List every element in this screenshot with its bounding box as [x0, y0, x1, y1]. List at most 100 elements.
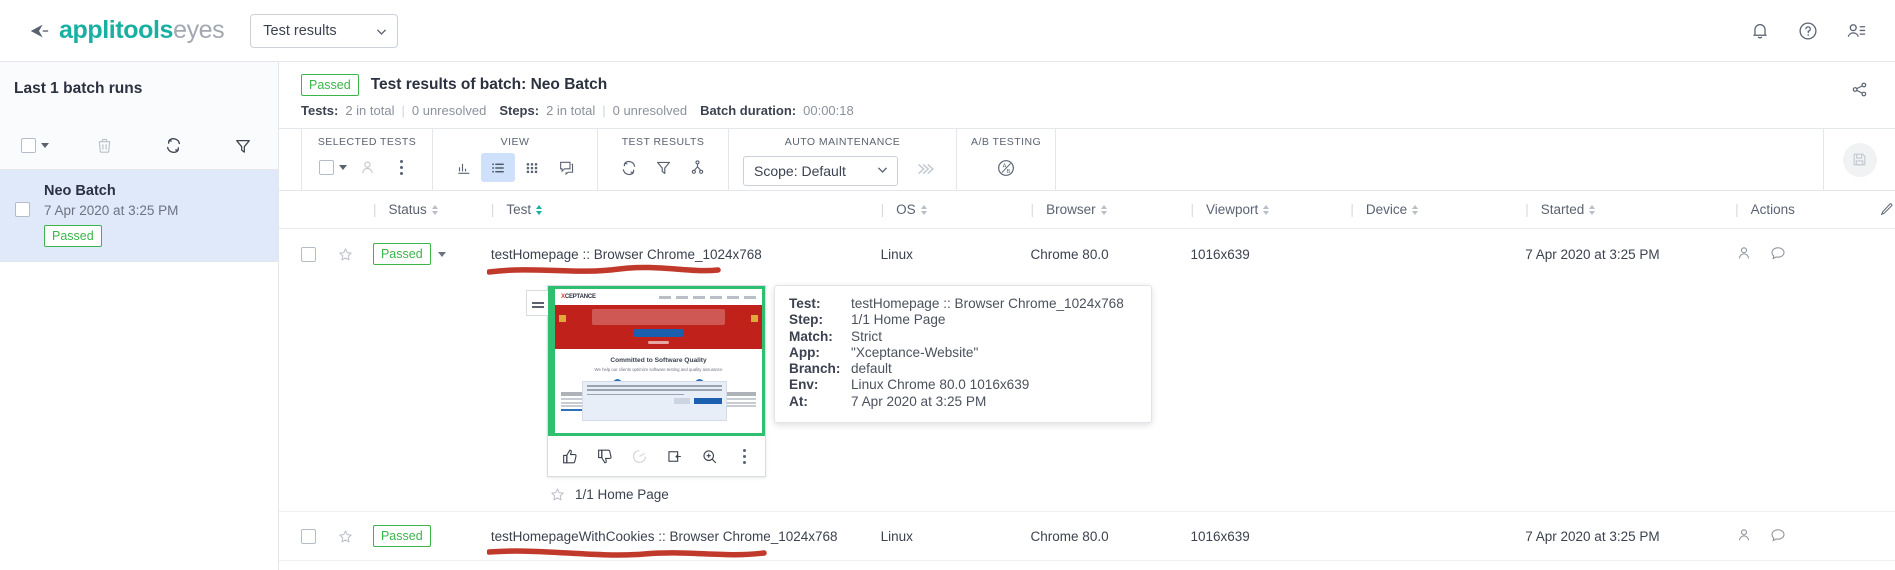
thumb-logo-text: CEPTANCE	[564, 294, 596, 300]
star-icon[interactable]	[337, 246, 354, 263]
more-options-icon[interactable]	[384, 153, 418, 182]
info-value: testHomepage :: Browser Chrome_1024x768	[851, 296, 1124, 311]
toolbar-group-icons: A B	[989, 153, 1023, 182]
batch-list-item[interactable]: Neo Batch 7 Apr 2020 at 3:25 PM Passed	[0, 170, 278, 262]
test-results-table: | Status | Test | OS | Browser | Viewpor…	[279, 191, 1895, 570]
toolbar-group-selected-tests: SELECTED TESTS	[301, 129, 433, 190]
sort-icon[interactable]	[536, 204, 543, 215]
row-star-cell[interactable]	[337, 246, 373, 263]
column-header-device[interactable]: | Device	[1350, 202, 1525, 217]
table-row[interactable]: Passed testHomepage :: Browser Chrome_10…	[279, 229, 1895, 279]
select-all-checkbox[interactable]	[20, 138, 36, 153]
chevron-down-icon[interactable]	[339, 165, 347, 170]
column-header-started[interactable]: | Started	[1525, 202, 1735, 217]
star-icon[interactable]	[337, 528, 354, 545]
zoom-in-icon[interactable]	[694, 441, 724, 471]
select-all-checkbox[interactable]	[319, 160, 334, 175]
row-star-cell[interactable]	[337, 528, 373, 545]
row-test-cell[interactable]: testHomepage :: Browser Chrome_1024x768	[486, 247, 881, 275]
drag-handle-icon[interactable]	[526, 290, 548, 316]
scope-select[interactable]: Scope: Default	[743, 156, 898, 186]
sort-icon[interactable]	[1589, 204, 1596, 215]
comment-icon[interactable]	[1769, 526, 1787, 547]
sidebar-filter-button[interactable]	[209, 136, 279, 156]
sort-icon[interactable]	[920, 204, 927, 215]
checkbox-dropdown[interactable]	[316, 153, 350, 182]
step-label-row[interactable]: 1/1 Home Page	[547, 486, 766, 503]
save-icon[interactable]	[1842, 142, 1877, 177]
sort-icon[interactable]	[1412, 204, 1419, 215]
help-icon[interactable]	[1797, 20, 1819, 42]
more-options-icon[interactable]	[729, 441, 759, 471]
row-checkbox-cell[interactable]	[301, 246, 337, 262]
bell-icon[interactable]	[1749, 20, 1771, 42]
column-divider: |	[1735, 202, 1739, 217]
row-checkbox[interactable]	[301, 246, 316, 262]
thumbs-down-icon[interactable]	[589, 441, 619, 471]
row-checkbox-cell[interactable]	[301, 528, 337, 544]
row-checkbox[interactable]	[301, 528, 316, 544]
column-header-os[interactable]: | OS	[881, 202, 1031, 217]
edit-columns-button[interactable]	[1855, 201, 1895, 218]
sort-icon[interactable]	[431, 204, 438, 215]
share-icon[interactable]	[1850, 80, 1869, 104]
column-label: OS	[896, 202, 916, 217]
apply-changes-icon[interactable]	[908, 155, 942, 184]
step-thumbnail[interactable]: XCEPTANCE Committed to Software Quality …	[548, 286, 765, 436]
sidebar-refresh-button[interactable]	[139, 135, 209, 156]
steps-unresolved: 0 unresolved	[612, 103, 688, 118]
branch-icon[interactable]	[680, 153, 714, 182]
ab-testing-icon[interactable]: A B	[989, 153, 1023, 182]
filter-icon[interactable]	[646, 153, 680, 182]
assign-user-icon[interactable]	[1735, 526, 1753, 547]
info-key: At:	[789, 393, 808, 409]
row-status-cell[interactable]: Passed	[372, 243, 491, 265]
column-header-actions: | Actions	[1735, 202, 1855, 217]
comment-icon[interactable]	[1769, 244, 1787, 265]
column-header-browser[interactable]: | Browser	[1031, 202, 1191, 217]
chevron-down-icon[interactable]	[40, 143, 49, 148]
batch-checkbox-wrap[interactable]	[0, 182, 44, 217]
batch-checkbox[interactable]	[14, 202, 30, 217]
toolbar-group-test-results: TEST RESULTS	[598, 129, 729, 190]
info-row: Test: testHomepage :: Browser Chrome_1024…	[789, 296, 1137, 312]
refresh-icon[interactable]	[612, 153, 646, 182]
sort-icon[interactable]	[1263, 204, 1270, 215]
step-card[interactable]: XCEPTANCE Committed to Software Quality …	[526, 285, 766, 477]
info-value: Linux Chrome 80.0 1016x639	[851, 377, 1030, 393]
star-icon[interactable]	[549, 486, 566, 503]
brand-logo[interactable]: applitoolseyes	[28, 16, 225, 45]
info-key: App:	[789, 344, 820, 360]
row-test-cell[interactable]: testHomepageWithCookies :: Browser Chrom…	[486, 529, 881, 558]
account-icon[interactable]	[1845, 20, 1867, 42]
annotate-icon[interactable]	[624, 441, 654, 471]
row-status-cell[interactable]: Passed	[372, 525, 491, 547]
toolbar-group-icons	[447, 153, 583, 182]
thumbs-up-icon[interactable]	[554, 441, 584, 471]
column-header-viewport[interactable]: | Viewport	[1190, 202, 1350, 217]
batch-header-right	[1823, 74, 1895, 104]
info-value: Strict	[851, 328, 882, 344]
table-row[interactable]: Passed testHomepageWithCookies :: Browse…	[279, 511, 1895, 561]
assign-user-icon[interactable]	[1735, 244, 1753, 265]
status-dropdown-caret-icon[interactable]	[437, 251, 446, 257]
sidebar-select-all[interactable]	[0, 138, 70, 153]
batch-name: Neo Batch	[44, 183, 116, 199]
status-badge: Passed	[372, 525, 431, 547]
open-in-icon[interactable]	[659, 441, 689, 471]
red-underline-annotation	[486, 264, 721, 275]
assign-user-icon[interactable]	[350, 153, 384, 182]
info-row: Match: Strict	[789, 329, 1137, 345]
sort-icon[interactable]	[1100, 204, 1107, 215]
chart-view-icon[interactable]	[447, 153, 481, 182]
info-value: "Xceptance-Website"	[851, 344, 979, 360]
sidebar-delete-button[interactable]	[70, 136, 140, 155]
brand-secondary: eyes	[173, 16, 225, 44]
detail-view-icon[interactable]	[549, 153, 583, 182]
grid-view-icon[interactable]	[515, 153, 549, 182]
row-started-cell: 7 Apr 2020 at 3:25 PM	[1525, 528, 1660, 544]
view-selector[interactable]: Test results	[250, 13, 399, 48]
column-header-test[interactable]: | Test	[491, 202, 881, 217]
list-view-icon[interactable]	[481, 153, 515, 182]
column-header-status[interactable]: | Status	[373, 202, 491, 217]
